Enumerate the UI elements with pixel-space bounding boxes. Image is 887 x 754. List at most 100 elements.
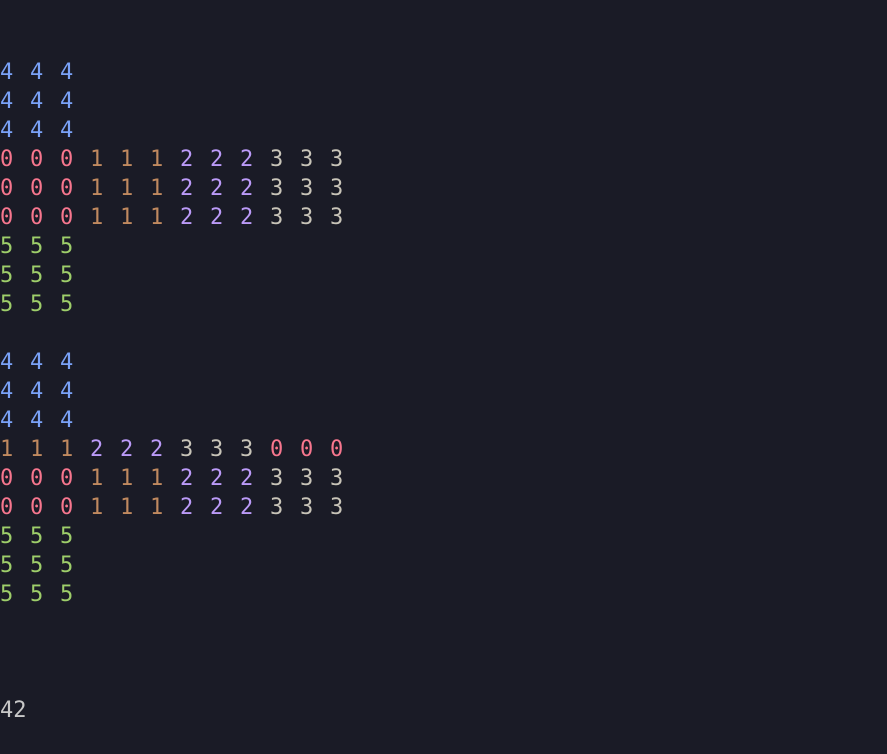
grid-cell: 3 [270, 205, 284, 230]
grid-cell: 1 [90, 176, 104, 201]
grid-cell: 5 [30, 582, 44, 607]
grid-cell: 0 [30, 466, 44, 491]
grid-cell: 5 [0, 553, 14, 578]
grid-cell: 4 [0, 118, 14, 143]
grid-cell: 1 [90, 205, 104, 230]
grid-cell: 0 [0, 495, 14, 520]
grid-cell: 5 [0, 234, 14, 259]
grid-row: 444 [0, 406, 887, 435]
grid-cell: 2 [180, 495, 194, 520]
grid-cell: 1 [90, 466, 104, 491]
grid-cell: 4 [30, 408, 44, 433]
grid-row: 444 [0, 377, 887, 406]
grid-cell: 1 [120, 176, 134, 201]
grid-cell: 5 [60, 234, 74, 259]
grid-cell: 4 [0, 89, 14, 114]
grid-row: 444 [0, 348, 887, 377]
grid-cell: 4 [0, 60, 14, 85]
grid-cell: 1 [0, 437, 14, 462]
grid-cell: 2 [180, 176, 194, 201]
grid-cell: 0 [0, 176, 14, 201]
grid-cell: 5 [30, 292, 44, 317]
grid-cell: 0 [60, 495, 74, 520]
grid-cell: 0 [300, 437, 314, 462]
grid-row: 555 [0, 232, 887, 261]
grid-cell: 4 [0, 379, 14, 404]
grid-cell: 3 [300, 176, 314, 201]
terminal-output: 4444444440001112223330001112223330001112… [0, 0, 887, 723]
grid-cell: 2 [180, 466, 194, 491]
grid-cell: 1 [30, 437, 44, 462]
grid-row: 555 [0, 551, 887, 580]
grid-cell: 4 [60, 350, 74, 375]
grid-cell: 2 [240, 147, 254, 172]
grid-cell: 1 [150, 495, 164, 520]
grid-cell: 5 [0, 263, 14, 288]
grid-row: 555 [0, 261, 887, 290]
grid-cell: 3 [210, 437, 224, 462]
grid-cell: 3 [330, 176, 344, 201]
grid-cell: 0 [30, 205, 44, 230]
grid-cell: 3 [270, 466, 284, 491]
grid-row: 444 [0, 87, 887, 116]
grid-cell: 1 [120, 147, 134, 172]
grid-cell: 0 [0, 205, 14, 230]
grid-cell: 4 [60, 118, 74, 143]
grid-cell: 2 [240, 495, 254, 520]
grid-cell: 4 [60, 60, 74, 85]
grid-cell: 2 [150, 437, 164, 462]
grid-cell: 4 [30, 89, 44, 114]
grid-cell: 3 [330, 466, 344, 491]
grid-cell: 3 [330, 205, 344, 230]
grid-cell: 3 [330, 147, 344, 172]
grid-cell: 3 [270, 176, 284, 201]
grid-cell: 0 [0, 466, 14, 491]
grid-cell: 2 [240, 466, 254, 491]
grid-cell: 1 [120, 495, 134, 520]
grid-cell: 4 [60, 89, 74, 114]
grid-cell: 0 [60, 466, 74, 491]
grid-row: 555 [0, 522, 887, 551]
grid-cell: 5 [60, 292, 74, 317]
grid-cell: 3 [270, 147, 284, 172]
grid-cell: 5 [30, 553, 44, 578]
grid-cell: 3 [300, 147, 314, 172]
grid-cell: 3 [180, 437, 194, 462]
grid-cell: 4 [30, 350, 44, 375]
grid-cell: 5 [60, 263, 74, 288]
grid-row: 444 [0, 116, 887, 145]
grid-cell: 5 [60, 524, 74, 549]
grid-cell: 0 [60, 176, 74, 201]
grid-row: 000111222333 [0, 493, 887, 522]
grid-cell: 1 [150, 205, 164, 230]
grid-cell: 0 [0, 147, 14, 172]
grid-cell: 2 [210, 147, 224, 172]
grid-cell: 0 [30, 147, 44, 172]
grid-cell: 2 [210, 495, 224, 520]
grid-cell: 2 [180, 147, 194, 172]
grid-row: 000111222333 [0, 203, 887, 232]
grid-cell: 3 [330, 495, 344, 520]
grid-cell: 0 [270, 437, 284, 462]
grid-cell: 1 [150, 147, 164, 172]
grid-cell: 3 [300, 205, 314, 230]
grid-cell: 4 [60, 408, 74, 433]
grid-row: 000111222333 [0, 464, 887, 493]
grid-cell: 4 [30, 118, 44, 143]
grid-cell: 5 [30, 524, 44, 549]
grid-cell: 4 [0, 350, 14, 375]
grid-cell: 1 [120, 466, 134, 491]
grid-cell: 3 [300, 466, 314, 491]
grid-cell: 2 [210, 176, 224, 201]
grid-cell: 2 [210, 466, 224, 491]
grid-cell: 5 [30, 263, 44, 288]
grid-cell: 5 [0, 292, 14, 317]
grid-cell: 1 [60, 437, 74, 462]
grid-cell: 1 [150, 176, 164, 201]
grid-cell: 2 [240, 176, 254, 201]
grid-cell: 4 [60, 379, 74, 404]
grid-cell: 1 [90, 147, 104, 172]
grid-cell: 3 [240, 437, 254, 462]
